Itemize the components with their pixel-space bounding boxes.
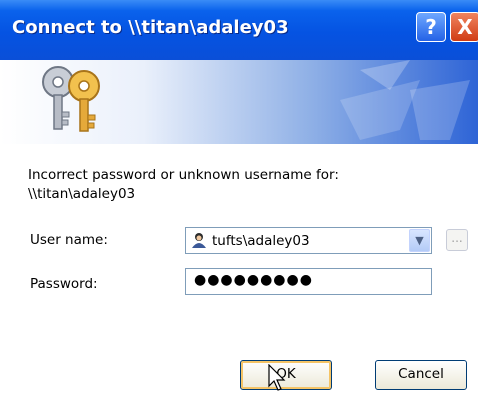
cancel-button[interactable]: Cancel [375, 360, 467, 390]
dialog-banner [0, 60, 478, 144]
chevron-down-icon: ▼ [415, 234, 424, 247]
username-dropdown-button[interactable]: ▼ [409, 229, 430, 252]
error-message: Incorrect password or unknown username f… [28, 166, 448, 204]
password-label: Password: [30, 276, 98, 292]
user-icon [192, 233, 206, 248]
username-value: tufts\adaley03 [212, 233, 310, 249]
window-title: Connect to \\titan\adaley03 [12, 17, 289, 38]
close-icon: X [457, 15, 473, 39]
help-icon: ? [425, 15, 437, 39]
password-value: ●●●●●●●●● [194, 272, 313, 288]
username-combobox[interactable]: tufts\adaley03 ▼ [185, 227, 432, 254]
username-label: User name: [30, 232, 108, 248]
error-message-target: \\titan\adaley03 [28, 186, 136, 202]
error-message-line1: Incorrect password or unknown username f… [28, 167, 339, 183]
cursor-icon [268, 364, 286, 391]
ok-button[interactable]: OK [240, 360, 332, 390]
password-field[interactable]: ●●●●●●●●● [185, 268, 432, 295]
banner-decoration [340, 60, 470, 140]
browse-button[interactable]: ... [446, 229, 468, 251]
keys-icon [42, 66, 100, 132]
close-button[interactable]: X [450, 12, 478, 42]
help-button[interactable]: ? [416, 12, 446, 42]
title-bar: Connect to \\titan\adaley03 ? X [0, 0, 478, 60]
